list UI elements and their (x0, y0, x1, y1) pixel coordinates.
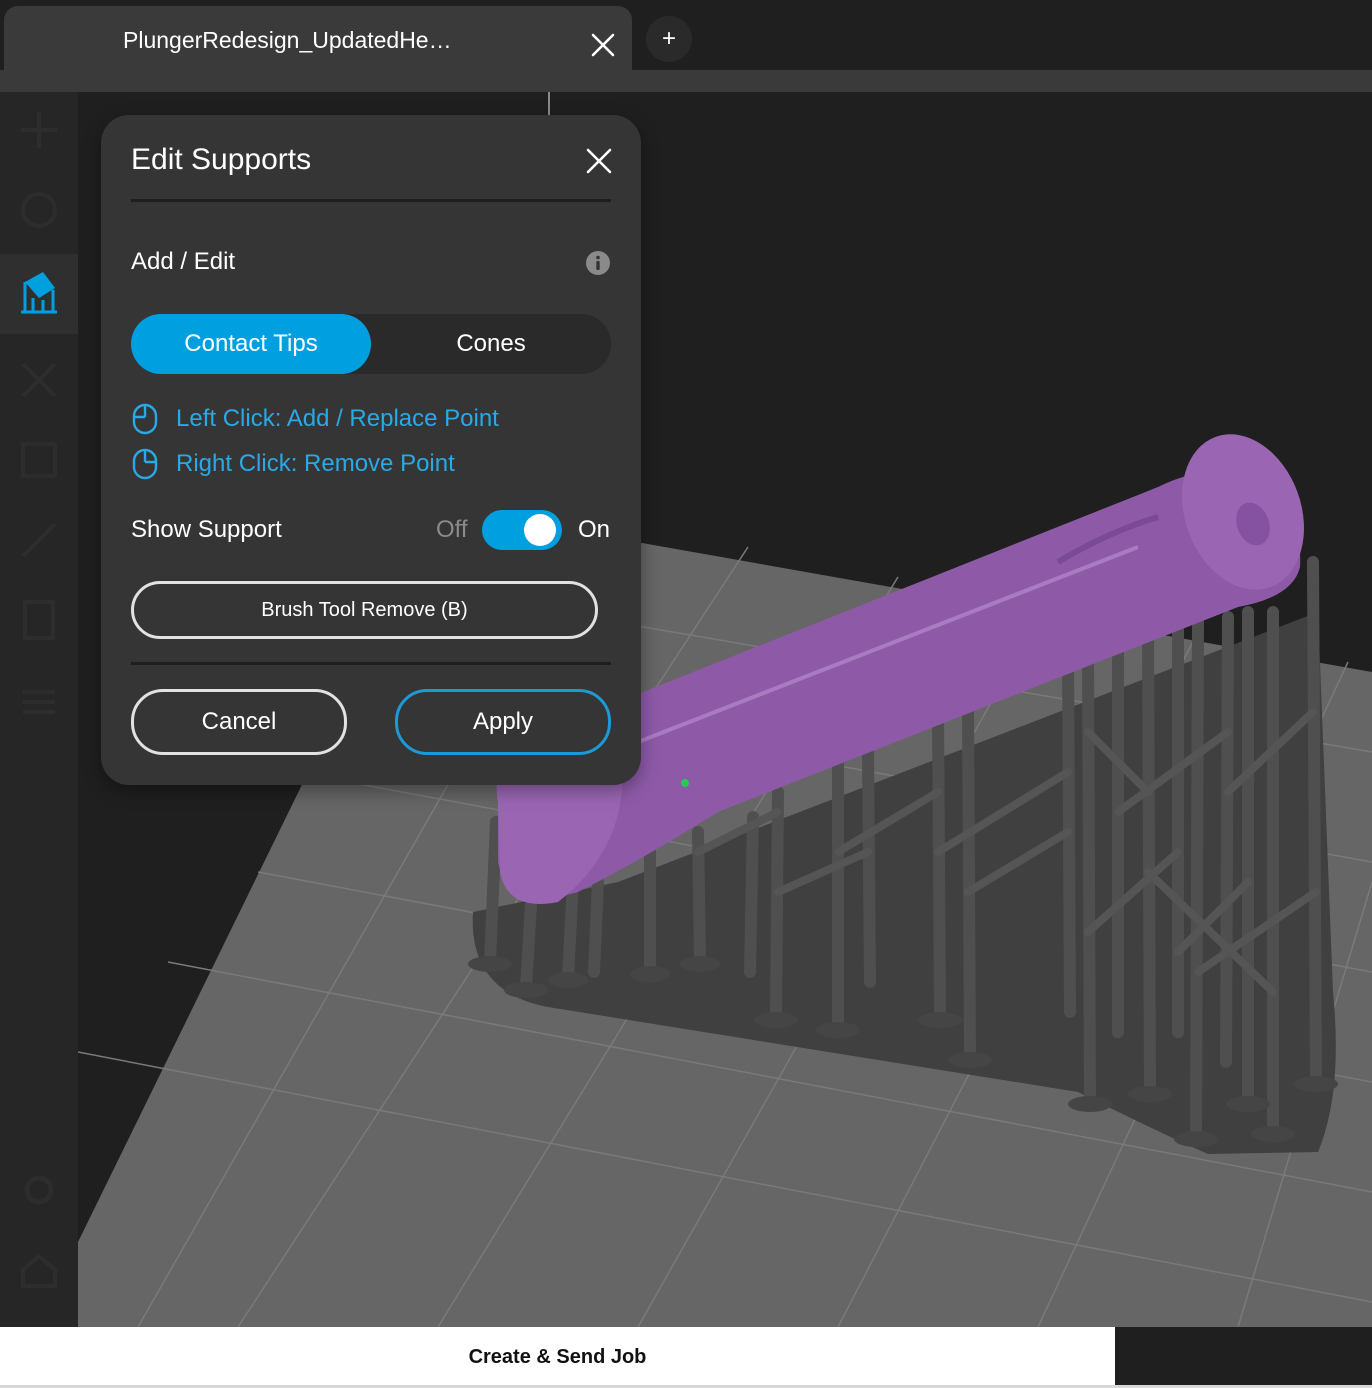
add-edit-label: Add / Edit (131, 248, 236, 275)
cones-tab[interactable]: Cones (371, 314, 611, 374)
tool-move[interactable] (0, 92, 78, 172)
supports-icon (21, 272, 57, 314)
toggle-on-label: On (578, 516, 611, 543)
bottom-right-panel (1115, 1327, 1372, 1385)
tool-supports[interactable] (0, 254, 78, 334)
contact-point-marker (681, 779, 689, 787)
layout-icon (21, 442, 57, 478)
footer-divider (131, 662, 611, 665)
tool-settings[interactable] (0, 1152, 78, 1232)
edit-supports-dialog: Edit Supports Add / Edit Contact Tips Co… (101, 115, 641, 785)
dialog-close-icon[interactable] (584, 146, 614, 176)
header-divider (131, 199, 611, 202)
show-support-toggle[interactable] (482, 510, 562, 550)
print-check-icon (23, 600, 55, 640)
tool-print-check[interactable] (0, 582, 78, 662)
mouse-left-click-icon (132, 403, 158, 435)
tab-bar: PlungerRedesign_UpdatedHe… + (0, 0, 1372, 70)
tab-active[interactable]: PlungerRedesign_UpdatedHe… (4, 6, 632, 70)
tool-scale[interactable] (0, 342, 78, 422)
cancel-button[interactable]: Cancel (131, 689, 347, 755)
new-tab-button[interactable]: + (646, 16, 692, 62)
rotate-icon (21, 192, 57, 228)
home-icon (21, 1253, 57, 1288)
toggle-knob (524, 514, 556, 546)
tool-layout[interactable] (0, 422, 78, 502)
support-type-toggle: Contact Tips Cones (131, 314, 611, 374)
layers-icon (23, 690, 55, 714)
scale-icon (21, 362, 57, 398)
left-click-hint-text: Left Click: Add / Replace Point (176, 405, 499, 432)
tool-rotate[interactable] (0, 172, 78, 252)
brush-tool-remove-button[interactable]: Brush Tool Remove (B) (131, 581, 598, 639)
tool-layers[interactable] (0, 662, 78, 742)
mouse-right-click-icon (132, 448, 158, 480)
tool-home[interactable] (0, 1232, 78, 1312)
tab-underbar (0, 70, 1372, 92)
left-click-hint: Left Click: Add / Replace Point (131, 401, 499, 437)
settings-icon (24, 1175, 54, 1205)
info-icon[interactable] (585, 250, 611, 276)
move-icon (21, 112, 57, 148)
right-click-hint: Right Click: Remove Point (131, 446, 455, 482)
dialog-title: Edit Supports (131, 143, 312, 176)
tab-title: PlungerRedesign_UpdatedHe… (123, 27, 452, 53)
tool-measure[interactable] (0, 502, 78, 582)
create-send-job-button[interactable]: Create & Send Job (0, 1327, 1115, 1385)
right-click-hint-text: Right Click: Remove Point (176, 450, 455, 477)
left-toolbar (0, 92, 78, 1327)
apply-button[interactable]: Apply (395, 689, 611, 755)
show-support-label: Show Support (131, 516, 282, 543)
toggle-off-label: Off (436, 516, 468, 543)
contact-tips-tab[interactable]: Contact Tips (131, 314, 371, 374)
measure-icon (21, 522, 57, 558)
tab-close-icon[interactable] (588, 30, 618, 60)
